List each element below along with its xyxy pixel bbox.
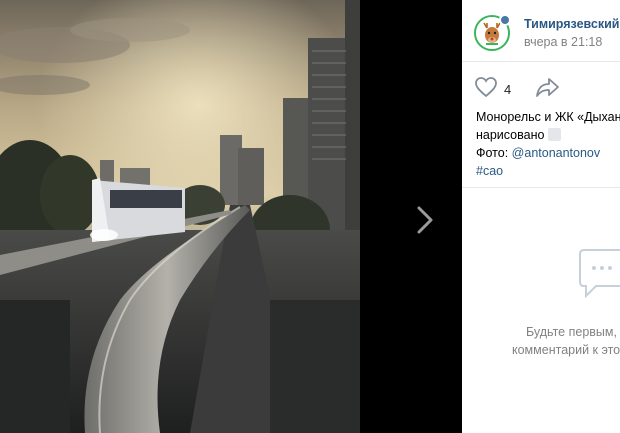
post-actions: 4 bbox=[462, 62, 620, 110]
post-timestamp[interactable]: вчера в 21:18 bbox=[524, 35, 602, 49]
post-photo[interactable] bbox=[0, 0, 360, 433]
heart-icon bbox=[475, 77, 497, 98]
share-button[interactable] bbox=[535, 76, 561, 98]
post-text-fragment: нарисовано bbox=[476, 128, 545, 142]
hashtag-link[interactable]: #сао bbox=[476, 162, 620, 180]
verified-badge-icon bbox=[499, 14, 511, 26]
photo-author-link[interactable]: @antonantonov bbox=[512, 146, 600, 160]
post-side-panel: Тимирязевский В вчера в 21:18 4 Монорель… bbox=[462, 0, 620, 433]
photo-credit-line: Фото: @antonantonov bbox=[476, 144, 620, 162]
group-name-link[interactable]: Тимирязевский В bbox=[524, 17, 620, 31]
like-count: 4 bbox=[504, 82, 512, 97]
post-text-line: Монорельс и ЖК «Дыхан bbox=[476, 110, 620, 124]
share-arrow-icon bbox=[536, 78, 559, 97]
empty-comments-text: комментарий к это bbox=[512, 343, 620, 357]
photo-credit-label: Фото: bbox=[476, 146, 512, 160]
monorail-photo-image bbox=[0, 0, 360, 433]
empty-comments-text: Будьте первым, bbox=[526, 325, 617, 339]
comments-empty-state: Будьте первым, комментарий к это bbox=[462, 188, 620, 433]
comment-bubble-icon bbox=[576, 248, 620, 309]
photo-viewer bbox=[0, 0, 462, 433]
post-text-line: нарисовано bbox=[476, 126, 620, 144]
post-text: Монорельс и ЖК «Дыхан нарисовано Фото: @… bbox=[476, 108, 620, 180]
post-header: Тимирязевский В вчера в 21:18 bbox=[462, 0, 620, 62]
chevron-right-icon[interactable] bbox=[410, 200, 440, 240]
emoji-icon bbox=[548, 128, 562, 141]
